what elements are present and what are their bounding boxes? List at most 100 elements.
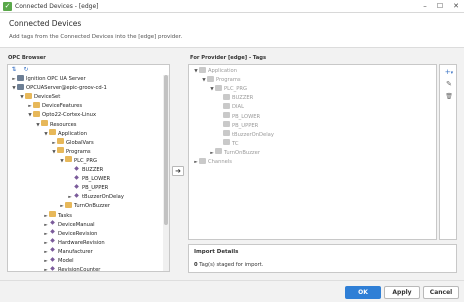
provider-tools: +▾ ✎ 🗑 — [439, 64, 457, 240]
opc-item-ignition-opc-ua-server[interactable]: ► Ignition OPC UA Server — [11, 75, 86, 84]
cancel-button[interactable]: Cancel — [423, 286, 459, 299]
folder-icon — [25, 92, 32, 99]
opc-browser-tree: ► Ignition OPC UA Server ▼ OPCUAServer@epic… — [8, 75, 163, 271]
tree-item-label: Programs — [66, 148, 91, 155]
tree-item-label: PB_LOWER — [232, 113, 261, 120]
provider-tags-tree: ▼ Application ▼ Programs ▼ PLC_PRG BUZZER DIAL P… — [188, 64, 437, 240]
provider-item-buzzer[interactable]: BUZZER — [217, 93, 254, 103]
opc-item-devicefeatures[interactable]: ► DeviceFeatures — [27, 101, 82, 111]
scrollbar-thumb[interactable] — [164, 75, 168, 225]
refresh-icon[interactable]: ↻ — [22, 66, 30, 74]
opc-browser-toolbar: ⇅ ↻ — [8, 65, 169, 75]
tag-icon: ◆ — [50, 255, 55, 263]
tag-icon — [223, 112, 230, 118]
folder-icon — [49, 211, 56, 217]
folder-icon — [41, 120, 48, 126]
opc-item-tasks[interactable]: ► Tasks — [43, 211, 72, 221]
opc-browser-panel: ⇅ ↻ ► Ignition OPC UA Server ▼ OPCUAServer@… — [7, 64, 170, 272]
tree-item-label: PLC_PRG — [74, 157, 97, 164]
close-button[interactable]: ✕ — [448, 0, 464, 13]
import-message: Tag(s) staged for import. — [199, 262, 264, 268]
import-status: 0 Tag(s) staged for import. — [194, 262, 263, 268]
tree-item-label: TurnOnBuzzer — [74, 203, 110, 210]
edit-icon[interactable]: ✎ — [444, 80, 454, 89]
opc-item-turnonbuzzer[interactable]: ► TurnOnBuzzer — [59, 201, 110, 211]
tree-item-label: OPCUAServer@epic-groov-cd-1 — [26, 85, 107, 92]
opc-item-model[interactable]: ► ◆ Model — [43, 255, 74, 266]
opc-item-opcuaserver-epic-groov-cd-1[interactable]: ▼ OPCUAServer@epic-groov-cd-1 — [11, 83, 107, 93]
provider-item-application[interactable]: ▼ Application — [193, 66, 237, 76]
server-icon — [17, 75, 24, 81]
tree-item-label: DIAL — [232, 104, 244, 111]
opc-item-resources[interactable]: ▼ Resources — [35, 120, 77, 130]
tree-item-label: TC — [232, 140, 239, 147]
apply-button[interactable]: Apply — [384, 286, 420, 299]
provider-item-programs[interactable]: ▼ Programs — [201, 75, 241, 85]
minimize-button[interactable]: – — [417, 0, 433, 13]
folder-icon — [199, 157, 206, 164]
tag-icon: ◆ — [50, 246, 55, 254]
opc-browser-scrollbar[interactable] — [163, 75, 169, 271]
import-details-title: Import Details — [194, 249, 239, 255]
folder-icon — [199, 66, 206, 73]
sort-icon[interactable]: ⇅ — [10, 66, 18, 74]
dialog-footer: OK Apply Cancel — [0, 280, 464, 302]
tag-icon — [223, 130, 230, 137]
tag-icon: ◆ — [50, 237, 55, 245]
opc-item-tbuzzerondelay[interactable]: ► ◆ tBuzzerOnDelay — [67, 192, 124, 202]
import-details-panel: Import Details 0 Tag(s) staged for impor… — [188, 244, 457, 273]
add-to-provider-button[interactable]: ➜ — [172, 166, 184, 176]
tree-item-label: Ignition OPC UA Server — [26, 76, 86, 82]
tag-icon: ◆ — [74, 173, 79, 181]
folder-icon — [65, 156, 72, 163]
tree-item-label: Opto22-Cortex-Linux — [42, 112, 97, 119]
server-icon — [17, 83, 24, 90]
folder-icon — [33, 110, 40, 117]
provider-item-channels[interactable]: ► Channels — [193, 157, 232, 167]
folder-icon — [57, 138, 64, 145]
tag-icon: ◆ — [50, 219, 55, 227]
provider-item-plc-prg[interactable]: ▼ PLC_PRG — [209, 84, 247, 94]
import-count: 0 — [194, 262, 198, 268]
tag-icon: ◆ — [50, 228, 55, 236]
ok-button[interactable]: OK — [345, 286, 381, 299]
folder-icon — [215, 148, 222, 155]
opc-item-revisioncounter[interactable]: ► ◆ RevisionCounter — [43, 265, 101, 271]
tree-item-label: BUZZER — [82, 167, 104, 173]
tree-item-label: Tasks — [58, 212, 72, 219]
tree-item-label: DeviceSet — [34, 94, 61, 101]
delete-icon[interactable]: 🗑 — [444, 92, 454, 101]
app-icon: ✓ — [3, 2, 12, 11]
tag-icon — [223, 93, 230, 100]
opc-item-opto22-cortex-linux[interactable]: ▼ Opto22-Cortex-Linux — [27, 110, 97, 120]
folder-icon — [215, 84, 222, 91]
provider-item-dial[interactable]: DIAL — [217, 102, 244, 112]
tag-icon — [223, 139, 230, 146]
tag-icon: ◆ — [74, 164, 79, 172]
tree-item-label: tBuzzerOnDelay — [82, 194, 124, 201]
tag-icon — [223, 121, 230, 128]
dialog-title: Connected Devices — [9, 19, 82, 28]
tree-item-label: PLC_PRG — [224, 86, 247, 93]
dialog-subtitle: Add tags from the Connected Devices into… — [9, 34, 183, 40]
tree-item-label: Channels — [208, 159, 232, 165]
tree-item-label: BUZZER — [232, 95, 254, 102]
tree-item-label: RevisionCounter — [58, 267, 101, 271]
add-icon[interactable]: +▾ — [444, 68, 454, 77]
provider-item-turnonbuzzer[interactable]: ► TurnOnBuzzer — [209, 148, 260, 158]
folder-icon — [57, 147, 64, 154]
tree-item-label: HardwareRevision — [58, 239, 105, 246]
folder-icon — [33, 101, 40, 108]
opc-item-application[interactable]: ▼ Application — [43, 129, 87, 139]
maximize-button[interactable]: ☐ — [432, 0, 448, 13]
tree-item-label: Resources — [50, 121, 77, 128]
tree-item-label: GlobalVars — [66, 139, 94, 146]
tree-item-label: DeviceRevision — [58, 230, 98, 237]
tree-item-label: Manufacturer — [58, 248, 93, 255]
tree-item-label: Programs — [216, 77, 241, 84]
opc-item-deviceset[interactable]: ▼ DeviceSet — [19, 92, 61, 102]
window-title: Connected Devices - [edge] — [15, 3, 99, 10]
tree-item-label: Model — [58, 258, 74, 264]
tree-item-label: Application — [58, 130, 87, 137]
tree-item-label: Application — [208, 68, 237, 74]
